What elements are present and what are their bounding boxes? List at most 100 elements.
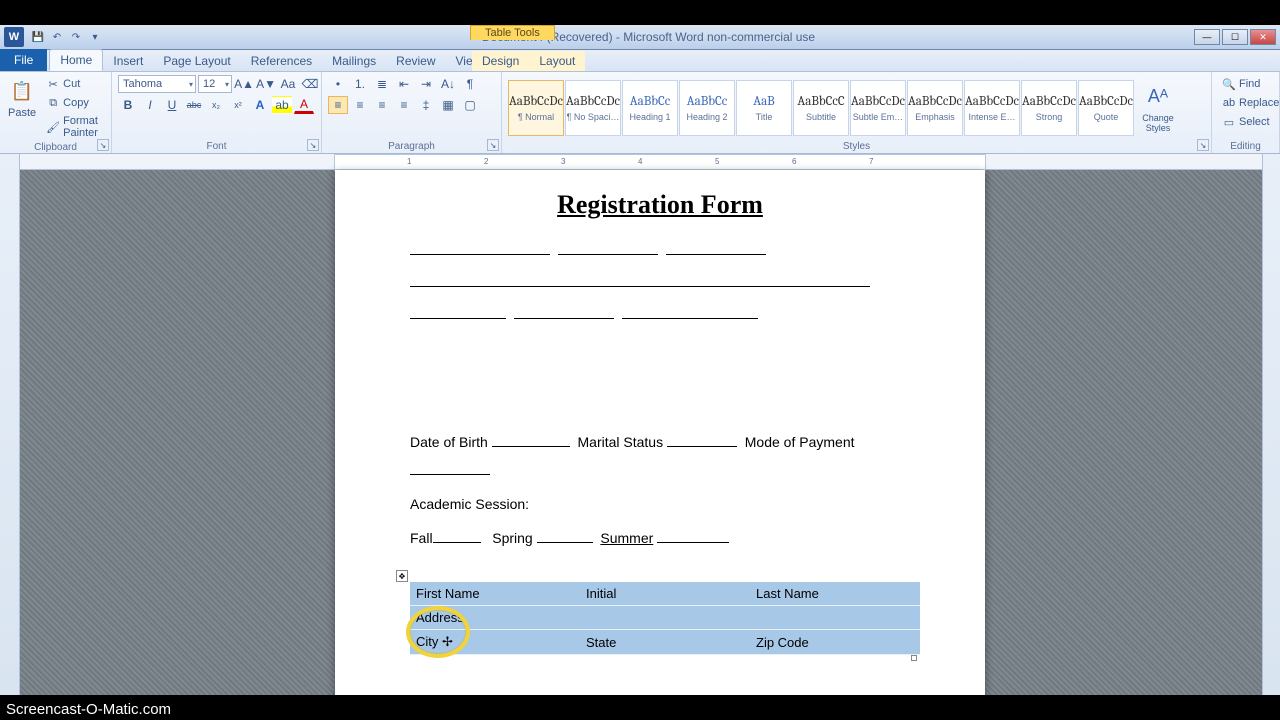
change-case-button[interactable]: Aa	[278, 75, 298, 93]
multilevel-list-button[interactable]: ≣	[372, 75, 392, 93]
style-subtitle[interactable]: AaBbCcCSubtitle	[793, 80, 849, 136]
group-label-font: Font	[118, 140, 315, 152]
copy-label: Copy	[63, 97, 89, 109]
replace-icon: ab	[1222, 96, 1236, 110]
underline-button[interactable]: U	[162, 96, 182, 114]
shading-button[interactable]: ▦	[438, 96, 458, 114]
tab-table-layout[interactable]: Layout	[529, 51, 585, 71]
tab-insert[interactable]: Insert	[103, 51, 153, 71]
copy-button[interactable]: ⧉Copy	[42, 94, 105, 112]
superscript-button[interactable]: x²	[228, 96, 248, 114]
qat-redo-icon[interactable]: ↷	[68, 29, 84, 45]
tab-mailings[interactable]: Mailings	[322, 51, 386, 71]
line-spacing-button[interactable]: ‡	[416, 96, 436, 114]
font-color-button[interactable]: A	[294, 96, 314, 114]
qat-save-icon[interactable]: 💾	[30, 29, 46, 45]
style-subtle-em-[interactable]: AaBbCcDcSubtle Em…	[850, 80, 906, 136]
tab-review[interactable]: Review	[386, 51, 445, 71]
decrease-indent-button[interactable]: ⇤	[394, 75, 414, 93]
subscript-button[interactable]: x₂	[206, 96, 226, 114]
table-resize-handle[interactable]	[911, 655, 917, 661]
style-emphasis[interactable]: AaBbCcDcEmphasis	[907, 80, 963, 136]
vertical-ruler[interactable]	[0, 154, 20, 695]
qat-customize-icon[interactable]: ▾	[87, 29, 103, 45]
tab-home[interactable]: Home	[49, 49, 103, 71]
bullets-button[interactable]: •	[328, 75, 348, 93]
find-icon: 🔍	[1222, 77, 1236, 91]
cell-city[interactable]: City ✢	[410, 630, 580, 655]
paragraph-dialog-launcher[interactable]: ↘	[487, 139, 499, 151]
font-name-combo[interactable]: Tahoma	[118, 75, 196, 93]
style-heading-2[interactable]: AaBbCcHeading 2	[679, 80, 735, 136]
cell-address[interactable]: Address	[410, 606, 920, 630]
font-size-combo[interactable]: 12	[198, 75, 232, 93]
table-move-handle[interactable]: ✥	[396, 570, 408, 582]
highlight-color-button[interactable]: ab	[272, 96, 292, 114]
show-marks-button[interactable]: ¶	[460, 75, 480, 93]
tab-references[interactable]: References	[241, 51, 322, 71]
clipboard-dialog-launcher[interactable]: ↘	[97, 139, 109, 151]
horizontal-ruler[interactable]: 1234567	[20, 154, 1262, 170]
bold-button[interactable]: B	[118, 96, 138, 114]
change-styles-icon: Aᴬ	[1144, 83, 1172, 111]
styles-dialog-launcher[interactable]: ↘	[1197, 139, 1209, 151]
numbering-button[interactable]: 1.	[350, 75, 370, 93]
sort-button[interactable]: A↓	[438, 75, 458, 93]
align-left-button[interactable]: ≡	[328, 96, 348, 114]
table-row[interactable]: City ✢ State Zip Code	[410, 630, 920, 655]
select-icon: ▭	[1222, 115, 1236, 129]
justify-button[interactable]: ≡	[394, 96, 414, 114]
cell-zip[interactable]: Zip Code	[750, 630, 920, 655]
window-minimize-button[interactable]: —	[1194, 29, 1220, 45]
selected-table[interactable]: First Name Initial Last Name Address Cit…	[410, 582, 920, 655]
align-center-button[interactable]: ≡	[350, 96, 370, 114]
tab-table-design[interactable]: Design	[472, 51, 529, 71]
vertical-scrollbar[interactable]	[1262, 154, 1280, 695]
style---no-spaci-[interactable]: AaBbCcDc¶ No Spaci…	[565, 80, 621, 136]
increase-indent-button[interactable]: ⇥	[416, 75, 436, 93]
style-strong[interactable]: AaBbCcDcStrong	[1021, 80, 1077, 136]
table-row[interactable]: Address	[410, 606, 920, 630]
qat-undo-icon[interactable]: ↶	[49, 29, 65, 45]
style-name: ¶ No Spaci…	[567, 112, 620, 122]
style-heading-1[interactable]: AaBbCcHeading 1	[622, 80, 678, 136]
style-quote[interactable]: AaBbCcDcQuote	[1078, 80, 1134, 136]
style-intense-e-[interactable]: AaBbCcDcIntense E…	[964, 80, 1020, 136]
select-button[interactable]: ▭Select	[1218, 113, 1280, 131]
format-painter-button[interactable]: 🖌Format Painter	[42, 113, 105, 141]
style-name: ¶ Normal	[518, 112, 554, 122]
replace-button[interactable]: abReplace	[1218, 94, 1280, 112]
italic-button[interactable]: I	[140, 96, 160, 114]
style-title[interactable]: AaBTitle	[736, 80, 792, 136]
align-right-button[interactable]: ≡	[372, 96, 392, 114]
shrink-font-button[interactable]: A▼	[256, 75, 276, 93]
style---normal[interactable]: AaBbCcDc¶ Normal	[508, 80, 564, 136]
cell-state[interactable]: State	[580, 630, 750, 655]
find-button[interactable]: 🔍Find	[1218, 75, 1280, 93]
style-name: Emphasis	[915, 112, 955, 122]
group-label-editing: Editing	[1218, 140, 1273, 152]
contextual-tab-table-tools: Table Tools	[470, 25, 555, 40]
cut-button[interactable]: ✂Cut	[42, 75, 105, 93]
table-row[interactable]: First Name Initial Last Name	[410, 582, 920, 606]
document-page[interactable]: Registration Form Date of Birth Marital …	[335, 170, 985, 695]
paste-button[interactable]: 📋 Paste	[6, 75, 38, 121]
tab-page-layout[interactable]: Page Layout	[153, 51, 240, 71]
window-close-button[interactable]: ✕	[1250, 29, 1276, 45]
grow-font-button[interactable]: A▲	[234, 75, 254, 93]
label-summer: Summer	[600, 530, 653, 546]
cell-first-name[interactable]: First Name	[410, 582, 580, 606]
font-dialog-launcher[interactable]: ↘	[307, 139, 319, 151]
clear-formatting-button[interactable]: ⌫	[300, 75, 320, 93]
window-maximize-button[interactable]: ☐	[1222, 29, 1248, 45]
style-name: Subtitle	[806, 112, 836, 122]
style-preview: AaBbCcDc	[851, 94, 905, 109]
tab-file[interactable]: File	[0, 49, 47, 71]
strikethrough-button[interactable]: abc	[184, 96, 204, 114]
change-styles-button[interactable]: Aᴬ Change Styles	[1135, 81, 1181, 135]
cell-last-name[interactable]: Last Name	[750, 582, 920, 606]
borders-button[interactable]: ▢	[460, 96, 480, 114]
cell-initial[interactable]: Initial	[580, 582, 750, 606]
text-effects-button[interactable]: A	[250, 96, 270, 114]
cut-icon: ✂	[46, 77, 60, 91]
